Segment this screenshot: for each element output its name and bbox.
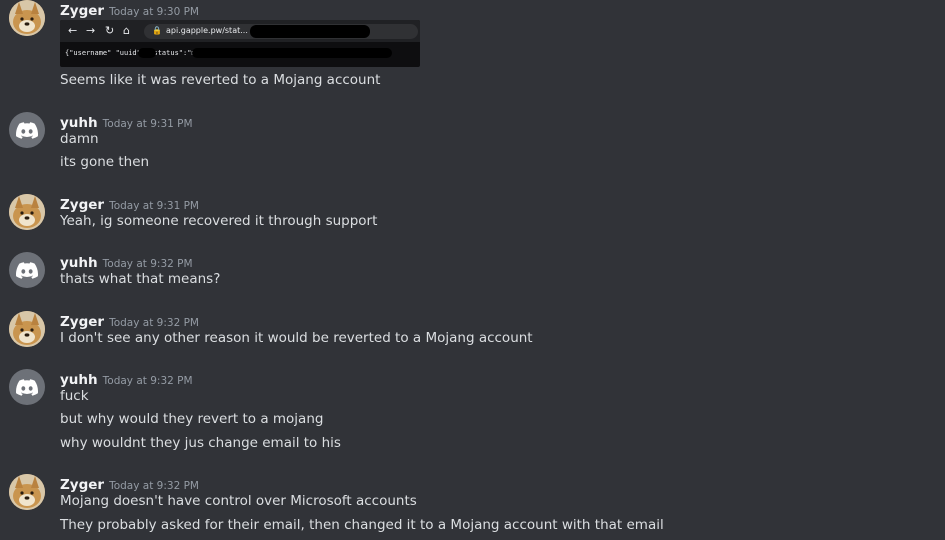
redaction-mark bbox=[138, 48, 156, 58]
timestamp: Today at 9:32 PM bbox=[109, 317, 199, 329]
discord-logo-icon bbox=[16, 378, 38, 396]
timestamp: Today at 9:31 PM bbox=[102, 118, 193, 130]
message-text: Yeah, ig someone recovered it through su… bbox=[60, 213, 378, 229]
author-name[interactable]: Zyger bbox=[60, 314, 104, 330]
message-text: damn bbox=[60, 131, 99, 147]
author-name[interactable]: Zyger bbox=[60, 197, 104, 213]
attached-screenshot[interactable]: ← → ↻ ⌂ 🔒 api.gapple.pw/stat... {"userna… bbox=[60, 20, 420, 67]
message-header: Zyger Today at 9:31 PM bbox=[60, 194, 199, 213]
message-header: Zyger Today at 9:32 PM bbox=[60, 474, 199, 493]
message-text: They probably asked for their email, the… bbox=[60, 517, 664, 533]
user-avatar[interactable] bbox=[9, 311, 45, 347]
reload-icon: ↻ bbox=[105, 24, 115, 37]
forward-arrow-icon: → bbox=[86, 24, 96, 37]
redaction-mark bbox=[250, 25, 370, 38]
discord-logo-icon bbox=[16, 261, 38, 279]
message-header: Zyger Today at 9:32 PM bbox=[60, 311, 199, 330]
doge-avatar-icon bbox=[9, 311, 45, 347]
timestamp: Today at 9:32 PM bbox=[102, 258, 193, 270]
message-header: yuhh Today at 9:32 PM bbox=[60, 252, 193, 271]
message-header: yuhh Today at 9:32 PM bbox=[60, 369, 193, 388]
author-name[interactable]: Zyger bbox=[60, 477, 104, 493]
back-arrow-icon: ← bbox=[68, 24, 78, 37]
user-avatar[interactable] bbox=[9, 252, 45, 288]
user-avatar[interactable] bbox=[9, 0, 45, 36]
user-avatar[interactable] bbox=[9, 194, 45, 230]
author-name[interactable]: yuhh bbox=[60, 372, 98, 388]
author-name[interactable]: yuhh bbox=[60, 115, 98, 131]
message-text: fuck bbox=[60, 388, 89, 404]
browser-toolbar: ← → ↻ ⌂ 🔒 api.gapple.pw/stat... bbox=[60, 20, 420, 42]
user-avatar[interactable] bbox=[9, 112, 45, 148]
message-header: Zyger Today at 9:30 PM bbox=[60, 0, 199, 19]
user-avatar[interactable] bbox=[9, 369, 45, 405]
message-text: thats what that means? bbox=[60, 271, 221, 287]
message-text: why wouldnt they jus change email to his bbox=[60, 435, 341, 451]
timestamp: Today at 9:30 PM bbox=[109, 6, 199, 18]
user-avatar[interactable] bbox=[9, 474, 45, 510]
message-text: I don't see any other reason it would be… bbox=[60, 330, 533, 346]
url-text: api.gapple.pw/stat... bbox=[166, 26, 248, 35]
message-text: Seems like it was reverted to a Mojang a… bbox=[60, 72, 381, 88]
redaction-mark bbox=[192, 48, 392, 58]
lock-icon: 🔒 bbox=[152, 26, 162, 35]
timestamp: Today at 9:32 PM bbox=[109, 480, 199, 492]
doge-avatar-icon bbox=[9, 0, 45, 36]
home-icon: ⌂ bbox=[123, 24, 130, 37]
timestamp: Today at 9:32 PM bbox=[102, 375, 193, 387]
author-name[interactable]: yuhh bbox=[60, 255, 98, 271]
author-name[interactable]: Zyger bbox=[60, 3, 104, 19]
discord-logo-icon bbox=[16, 121, 38, 139]
doge-avatar-icon bbox=[9, 194, 45, 230]
message-text: but why would they revert to a mojang bbox=[60, 411, 324, 427]
timestamp: Today at 9:31 PM bbox=[109, 200, 199, 212]
message-header: yuhh Today at 9:31 PM bbox=[60, 112, 193, 131]
message-text: Mojang doesn't have control over Microso… bbox=[60, 493, 417, 509]
chat-message-list: Zyger Today at 9:30 PM ← → ↻ ⌂ 🔒 api.gapp… bbox=[0, 0, 945, 540]
doge-avatar-icon bbox=[9, 474, 45, 510]
message-text: its gone then bbox=[60, 154, 150, 170]
